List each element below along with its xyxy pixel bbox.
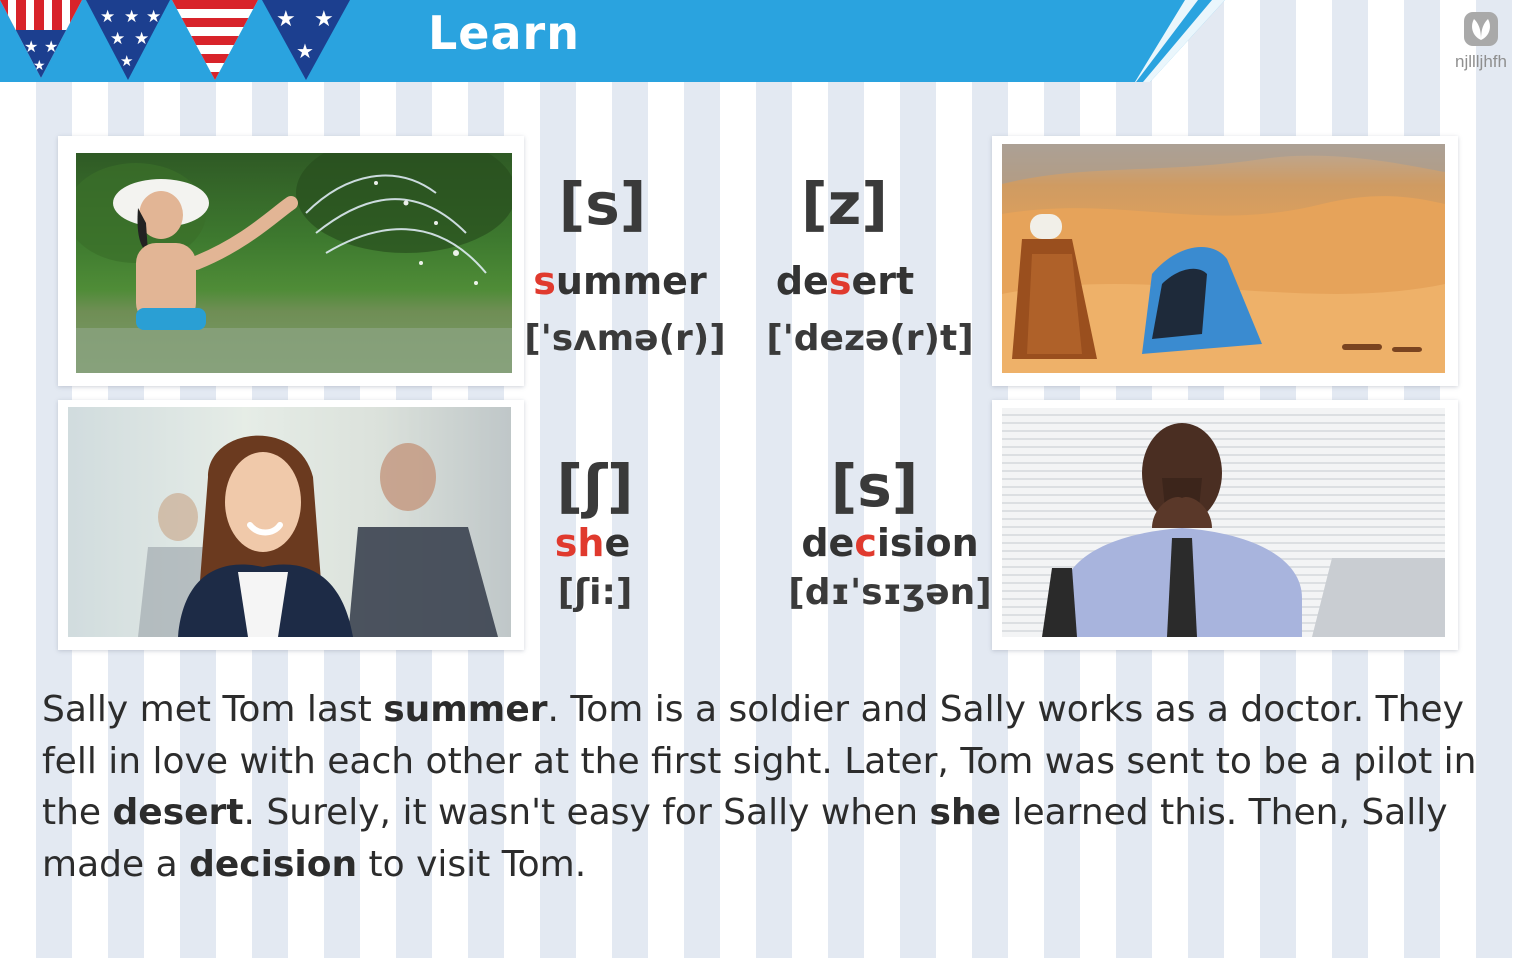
story-paragraph: Sally met Tom last summer. Tom is a sold… — [42, 684, 1482, 890]
ipa-symbol-desert: [z] — [801, 170, 888, 238]
image-card-decision — [992, 400, 1458, 650]
word-desert: desert — [755, 259, 935, 303]
svg-text:★: ★ — [100, 7, 115, 27]
woman-splashing-water-illustration — [76, 153, 512, 373]
svg-text:★: ★ — [120, 52, 133, 70]
word-decision: decision — [790, 521, 990, 565]
story-text: . Surely, it wasn't easy for Sally when — [243, 792, 930, 833]
svg-text:★: ★ — [110, 29, 125, 49]
word-suffix: ummer — [555, 259, 707, 303]
svg-text:★: ★ — [146, 7, 161, 27]
word-suffix: ert — [851, 259, 915, 303]
photo-summer — [76, 153, 512, 373]
phonetic-she: [ʃi:] — [557, 572, 633, 613]
page-title: Learn — [428, 6, 580, 60]
story-keyword-decision: decision — [189, 843, 358, 885]
phonetic-decision: [dɪ'sɪʒən] — [788, 572, 992, 613]
photo-desert — [1002, 144, 1445, 373]
desert-travelers-illustration — [1002, 144, 1445, 373]
logo: njllljhfh — [1446, 10, 1516, 72]
svg-text:★: ★ — [134, 29, 149, 49]
story-text: Sally met Tom last — [42, 689, 384, 730]
word-highlight: s — [533, 259, 556, 303]
smiling-woman-illustration — [68, 407, 511, 637]
image-card-desert — [992, 136, 1458, 386]
photo-she — [68, 407, 511, 637]
svg-text:★: ★ — [124, 7, 139, 27]
logo-text: njllljhfh — [1455, 52, 1507, 71]
story-keyword-desert: desert — [112, 792, 244, 833]
word-highlight: s — [828, 259, 852, 303]
header-banner-graphic: ★ ★ ★ ★ ★ ★ ★ ★ ★ ★ ★ ★ — [0, 0, 1225, 82]
word-summer: summer — [525, 259, 715, 303]
svg-text:★: ★ — [276, 7, 296, 32]
word-highlight: sh — [554, 521, 605, 565]
word-she: she — [530, 521, 655, 565]
image-card-summer — [58, 136, 524, 386]
phonetic-summer: ['sʌmə(r)] — [524, 318, 726, 359]
story-text: to visit Tom. — [357, 843, 587, 885]
image-card-she — [58, 400, 524, 650]
svg-text:★: ★ — [314, 7, 334, 32]
word-prefix: de — [801, 521, 855, 565]
story-keyword-summer: summer — [383, 689, 548, 730]
header-banner: ★ ★ ★ ★ ★ ★ ★ ★ ★ ★ ★ ★ Learn njllljhfh — [0, 0, 1530, 82]
word-suffix: ision — [876, 521, 979, 565]
word-prefix: de — [775, 259, 829, 303]
worried-man-illustration — [1042, 423, 1445, 637]
svg-text:★: ★ — [296, 39, 314, 63]
photo-decision — [1002, 408, 1445, 637]
ipa-symbol-summer: [s] — [558, 170, 647, 238]
story-keyword-she: she — [929, 792, 1002, 833]
word-suffix: e — [604, 521, 631, 565]
phonetic-desert: ['dezə(r)t] — [766, 318, 974, 359]
ipa-symbol-she: [ʃ] — [556, 452, 634, 520]
ipa-symbol-decision: [s] — [830, 452, 919, 520]
word-highlight: c — [854, 521, 877, 565]
leaf-logo-icon — [1464, 12, 1498, 46]
